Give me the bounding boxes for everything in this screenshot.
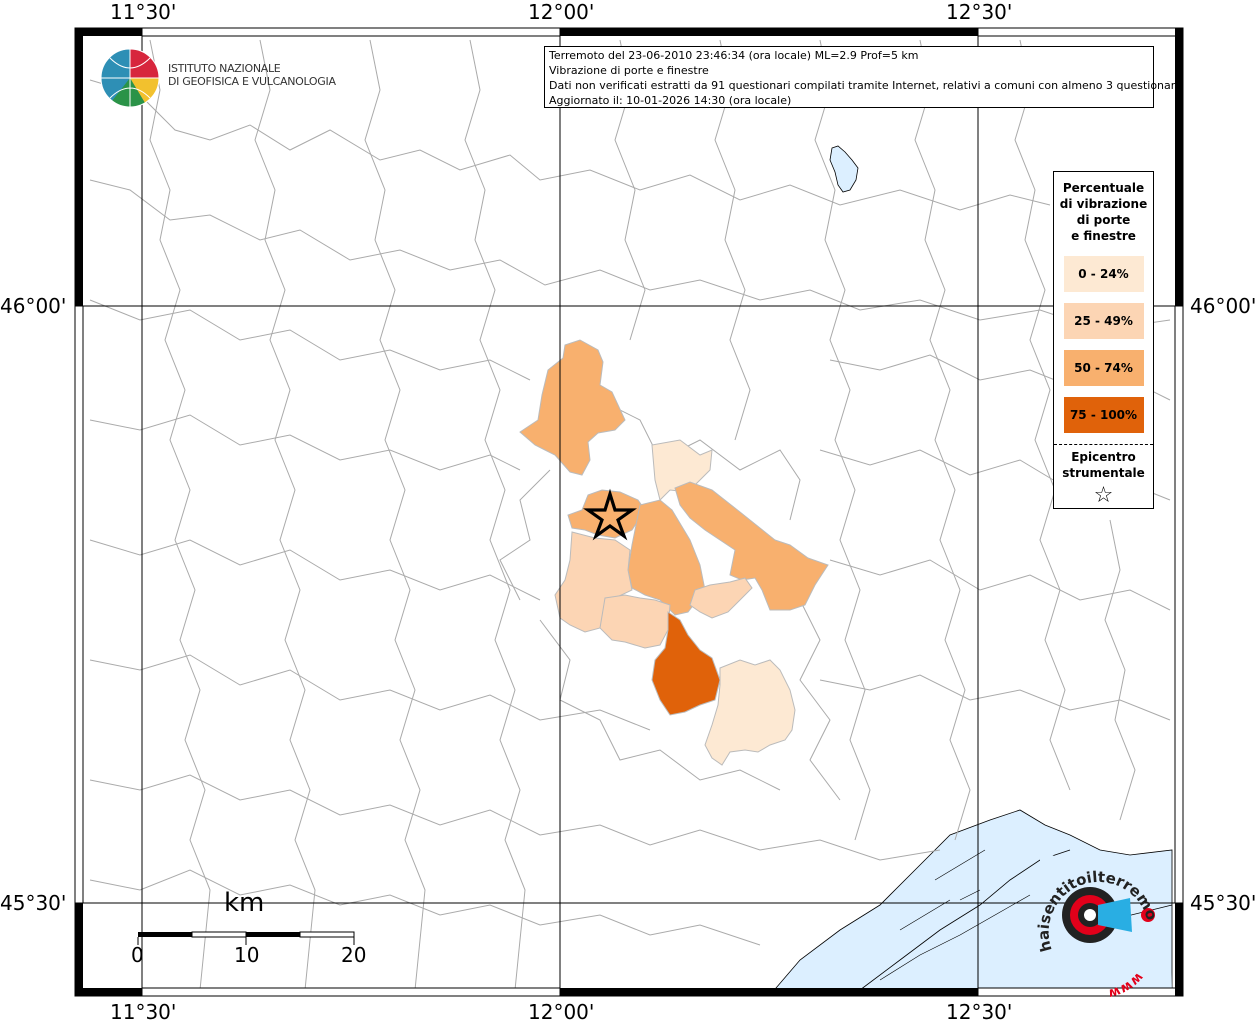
legend-class-label: 50 - 74% — [1074, 361, 1133, 375]
info-line4: Aggiornato il: 10-01-2026 14:30 (ora loc… — [549, 94, 792, 107]
coord-top-1230: 12°30' — [946, 0, 1013, 24]
coord-top-1130: 11°30' — [110, 0, 177, 24]
legend-class-0-24: 0 - 24% — [1063, 256, 1144, 292]
legend-title-line: di porte — [1076, 213, 1131, 227]
scale-tick-0: 0 — [131, 943, 144, 967]
coord-bottom-1200: 12°00' — [528, 1000, 595, 1024]
legend-class-75-100: 75 - 100% — [1063, 397, 1144, 433]
ingv-logo-icon — [100, 48, 160, 108]
event-info-box: Terremoto del 23-06-2010 23:46:34 (ora l… — [544, 46, 1182, 108]
svg-text:haisentitoilterremoto.it: haisentitoilterremoto.it — [1030, 862, 1161, 954]
coord-left-4600: 46°00' — [0, 294, 67, 318]
legend-separator — [1054, 444, 1153, 445]
hst-badge-label: haisentitoilterremoto.it — [1030, 862, 1161, 954]
legend-title-line: di vibrazione — [1059, 197, 1148, 211]
info-line3: Dati non verificati estratti da 91 quest… — [549, 79, 1182, 92]
legend-star-icon: ☆ — [1093, 483, 1114, 508]
legend: Percentuale di vibrazione di porte e fin… — [1053, 171, 1154, 509]
legend-epicenter-line: strumentale — [1062, 466, 1145, 480]
legend-title-line: e finestre — [1071, 229, 1136, 243]
coord-right-4600: 46°00' — [1190, 294, 1256, 318]
coord-right-4530: 45°30' — [1190, 891, 1256, 915]
legend-epicenter-label: Epicentro strumentale — [1054, 449, 1153, 481]
legend-title: Percentuale di vibrazione di porte e fin… — [1054, 180, 1153, 244]
legend-class-25-49: 25 - 49% — [1063, 303, 1144, 339]
coord-bottom-1230: 12°30' — [946, 1000, 1013, 1024]
scale-tick-10: 10 — [234, 943, 260, 967]
legend-class-label: 75 - 100% — [1069, 408, 1138, 422]
ingv-line2: DI GEOFISICA E VULCANOLOGIA — [168, 75, 336, 88]
hst-badge-text: haisentitoilterremoto.it www — [1030, 862, 1161, 1001]
coord-top-1200: 12°00' — [528, 0, 595, 24]
info-line2: Vibrazione di porte e finestre — [549, 64, 709, 77]
legend-epicenter-line: Epicentro — [1071, 450, 1136, 464]
hst-badge-url: www — [1107, 969, 1147, 1001]
coord-bottom-1130: 11°30' — [110, 1000, 177, 1024]
coord-left-4530: 45°30' — [0, 891, 67, 915]
legend-class-label: 25 - 49% — [1074, 314, 1133, 328]
scale-unit: km — [224, 888, 265, 918]
info-line1: Terremoto del 23-06-2010 23:46:34 (ora l… — [549, 49, 919, 62]
legend-title-line: Percentuale — [1062, 181, 1145, 195]
ingv-logo-text: ISTITUTO NAZIONALE DI GEOFISICA E VULCAN… — [168, 62, 336, 88]
svg-text:www: www — [1107, 969, 1147, 1001]
ingv-line1: ISTITUTO NAZIONALE — [168, 62, 281, 75]
legend-class-50-74: 50 - 74% — [1063, 350, 1144, 386]
legend-class-label: 0 - 24% — [1078, 267, 1129, 281]
scale-tick-20: 20 — [341, 943, 367, 967]
